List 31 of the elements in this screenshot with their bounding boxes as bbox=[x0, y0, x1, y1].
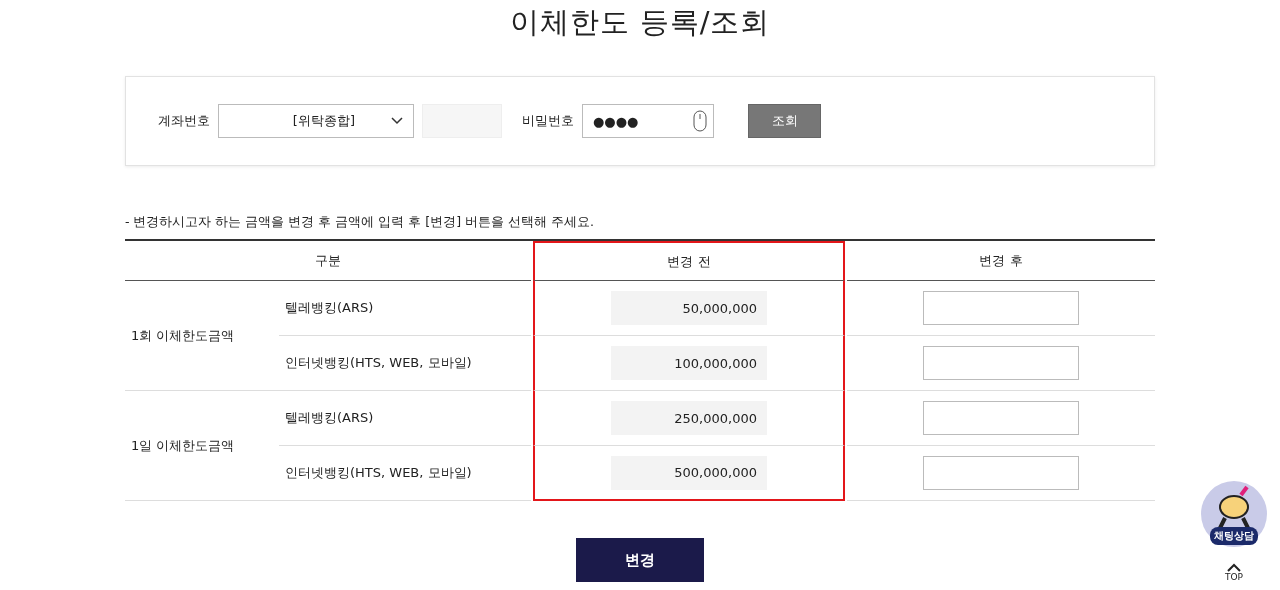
top-link[interactable]: TOP bbox=[1225, 572, 1243, 582]
change-button[interactable]: 변경 bbox=[576, 538, 704, 582]
mascot-icon bbox=[1217, 485, 1251, 529]
new-limit-field[interactable] bbox=[923, 291, 1079, 325]
current-limit: 50,000,000 bbox=[611, 291, 767, 325]
account-select[interactable]: [위탁종합] bbox=[218, 104, 414, 138]
new-limit-field[interactable] bbox=[923, 456, 1079, 490]
new-limit-field[interactable] bbox=[923, 401, 1079, 435]
channel-label: 텔레뱅킹(ARS) bbox=[279, 391, 531, 446]
current-limit: 100,000,000 bbox=[611, 346, 767, 380]
group-label: 1일 이체한도금액 bbox=[125, 391, 279, 501]
instruction-text: - 변경하시고자 하는 금액을 변경 후 금액에 입력 후 [변경] 버튼을 선택해 주세요. bbox=[125, 214, 595, 231]
chevron-down-icon bbox=[391, 117, 403, 125]
channel-label: 텔레뱅킹(ARS) bbox=[279, 281, 531, 336]
group-label: 1회 이체한도금액 bbox=[125, 281, 279, 391]
page-title: 이체한도 등록/조회 bbox=[509, 4, 771, 41]
current-limit: 500,000,000 bbox=[611, 455, 767, 490]
column-header: 구분 bbox=[125, 241, 531, 281]
mouse-icon[interactable] bbox=[693, 110, 707, 132]
new-limit-field[interactable] bbox=[923, 346, 1079, 380]
password-label: 비밀번호 bbox=[522, 112, 574, 130]
chat-button[interactable]: 채팅상담 bbox=[1201, 481, 1267, 547]
chevron-up-icon[interactable] bbox=[1227, 563, 1241, 572]
column-header: 변경 전 bbox=[533, 241, 845, 281]
column-header: 변경 후 bbox=[847, 241, 1155, 281]
password-field[interactable]: ●●●● bbox=[582, 104, 714, 138]
channel-label: 인터넷뱅킹(HTS, WEB, 모바일) bbox=[279, 446, 531, 501]
account-label: 계좌번호 bbox=[158, 112, 210, 130]
current-limit: 250,000,000 bbox=[611, 401, 767, 435]
search-button[interactable]: 조회 bbox=[748, 104, 821, 138]
channel-label: 인터넷뱅킹(HTS, WEB, 모바일) bbox=[279, 336, 531, 391]
